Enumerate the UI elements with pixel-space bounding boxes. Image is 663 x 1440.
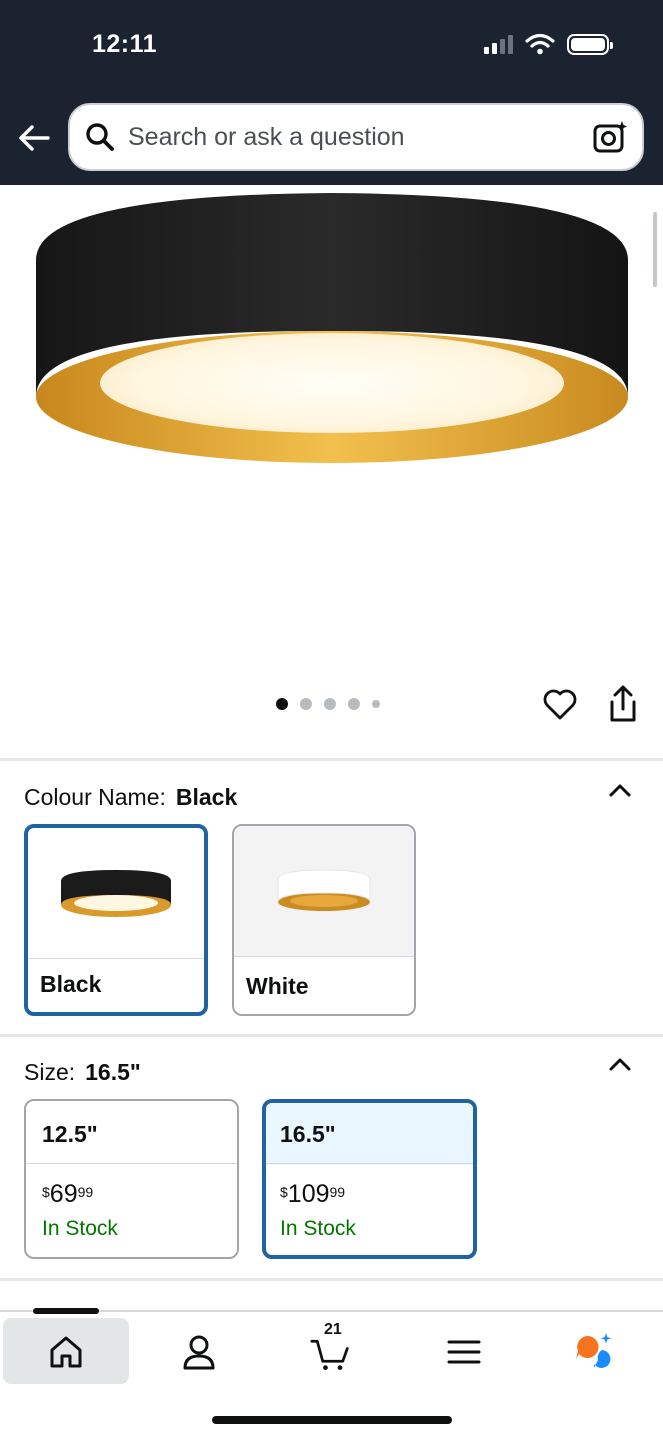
size-label: Size: 16.5" [24,1059,141,1085]
battery-icon [567,33,613,55]
share-icon[interactable] [604,684,642,724]
top-header: 12:11 Search or ask a question [0,0,663,185]
search-placeholder[interactable]: Search or ask a question [128,123,405,152]
colour-option-label: Black [40,971,102,997]
colour-selected-value: Black [175,784,238,810]
assistant-icon[interactable] [574,1332,614,1372]
cart-icon[interactable] [310,1334,350,1374]
swatch-image [234,826,414,956]
colour-option-label: White [246,973,309,999]
home-indicator [212,1416,452,1424]
product-image [36,193,628,463]
gallery-dot[interactable] [300,698,312,710]
swatch-image [28,828,204,958]
section-divider [0,758,663,761]
account-icon[interactable] [179,1332,219,1372]
stock-status: In Stock [280,1217,356,1240]
size-option-label: 16.5" [280,1121,336,1147]
active-tab-indicator [33,1308,99,1314]
collapse-chevron-icon[interactable] [606,780,634,800]
status-icons [484,33,613,55]
size-option-12-5[interactable]: 12.5" $69 99 In Stock [24,1099,239,1259]
scroll-indicator[interactable] [653,212,657,287]
home-icon[interactable] [46,1332,86,1372]
colour-option-black[interactable]: Black [24,824,208,1016]
cellular-signal-icon [484,34,513,54]
section-divider [0,1278,663,1281]
size-option-price: $109 99 [280,1180,346,1208]
size-selected-value: 16.5" [85,1059,141,1085]
colour-option-white[interactable]: White [232,824,416,1016]
gallery-dot[interactable] [276,698,288,710]
black-light-thumbnail [61,870,171,917]
heart-icon[interactable] [542,686,578,722]
gallery-dot[interactable] [372,700,380,708]
gallery-dot[interactable] [348,698,360,710]
white-light-thumbnail [277,869,371,911]
camera-search-icon[interactable] [592,119,628,155]
wifi-icon [525,33,555,55]
back-arrow-icon[interactable] [16,120,52,156]
status-time: 12:11 [92,30,158,58]
stock-status: In Stock [42,1217,118,1240]
menu-icon[interactable] [444,1332,484,1372]
search-bar[interactable]: Search or ask a question [68,103,644,171]
section-divider [0,1034,663,1037]
gallery-page-dots[interactable] [276,698,380,710]
product-image-gallery[interactable] [0,185,663,760]
size-option-price: $69 99 [42,1180,94,1208]
search-icon [86,123,114,151]
size-option-16-5[interactable]: 16.5" $109 99 In Stock [262,1099,477,1259]
size-option-label: 12.5" [42,1121,98,1147]
collapse-chevron-icon[interactable] [606,1054,634,1074]
colour-label: Colour Name: Black [24,784,238,810]
gallery-dot[interactable] [324,698,336,710]
